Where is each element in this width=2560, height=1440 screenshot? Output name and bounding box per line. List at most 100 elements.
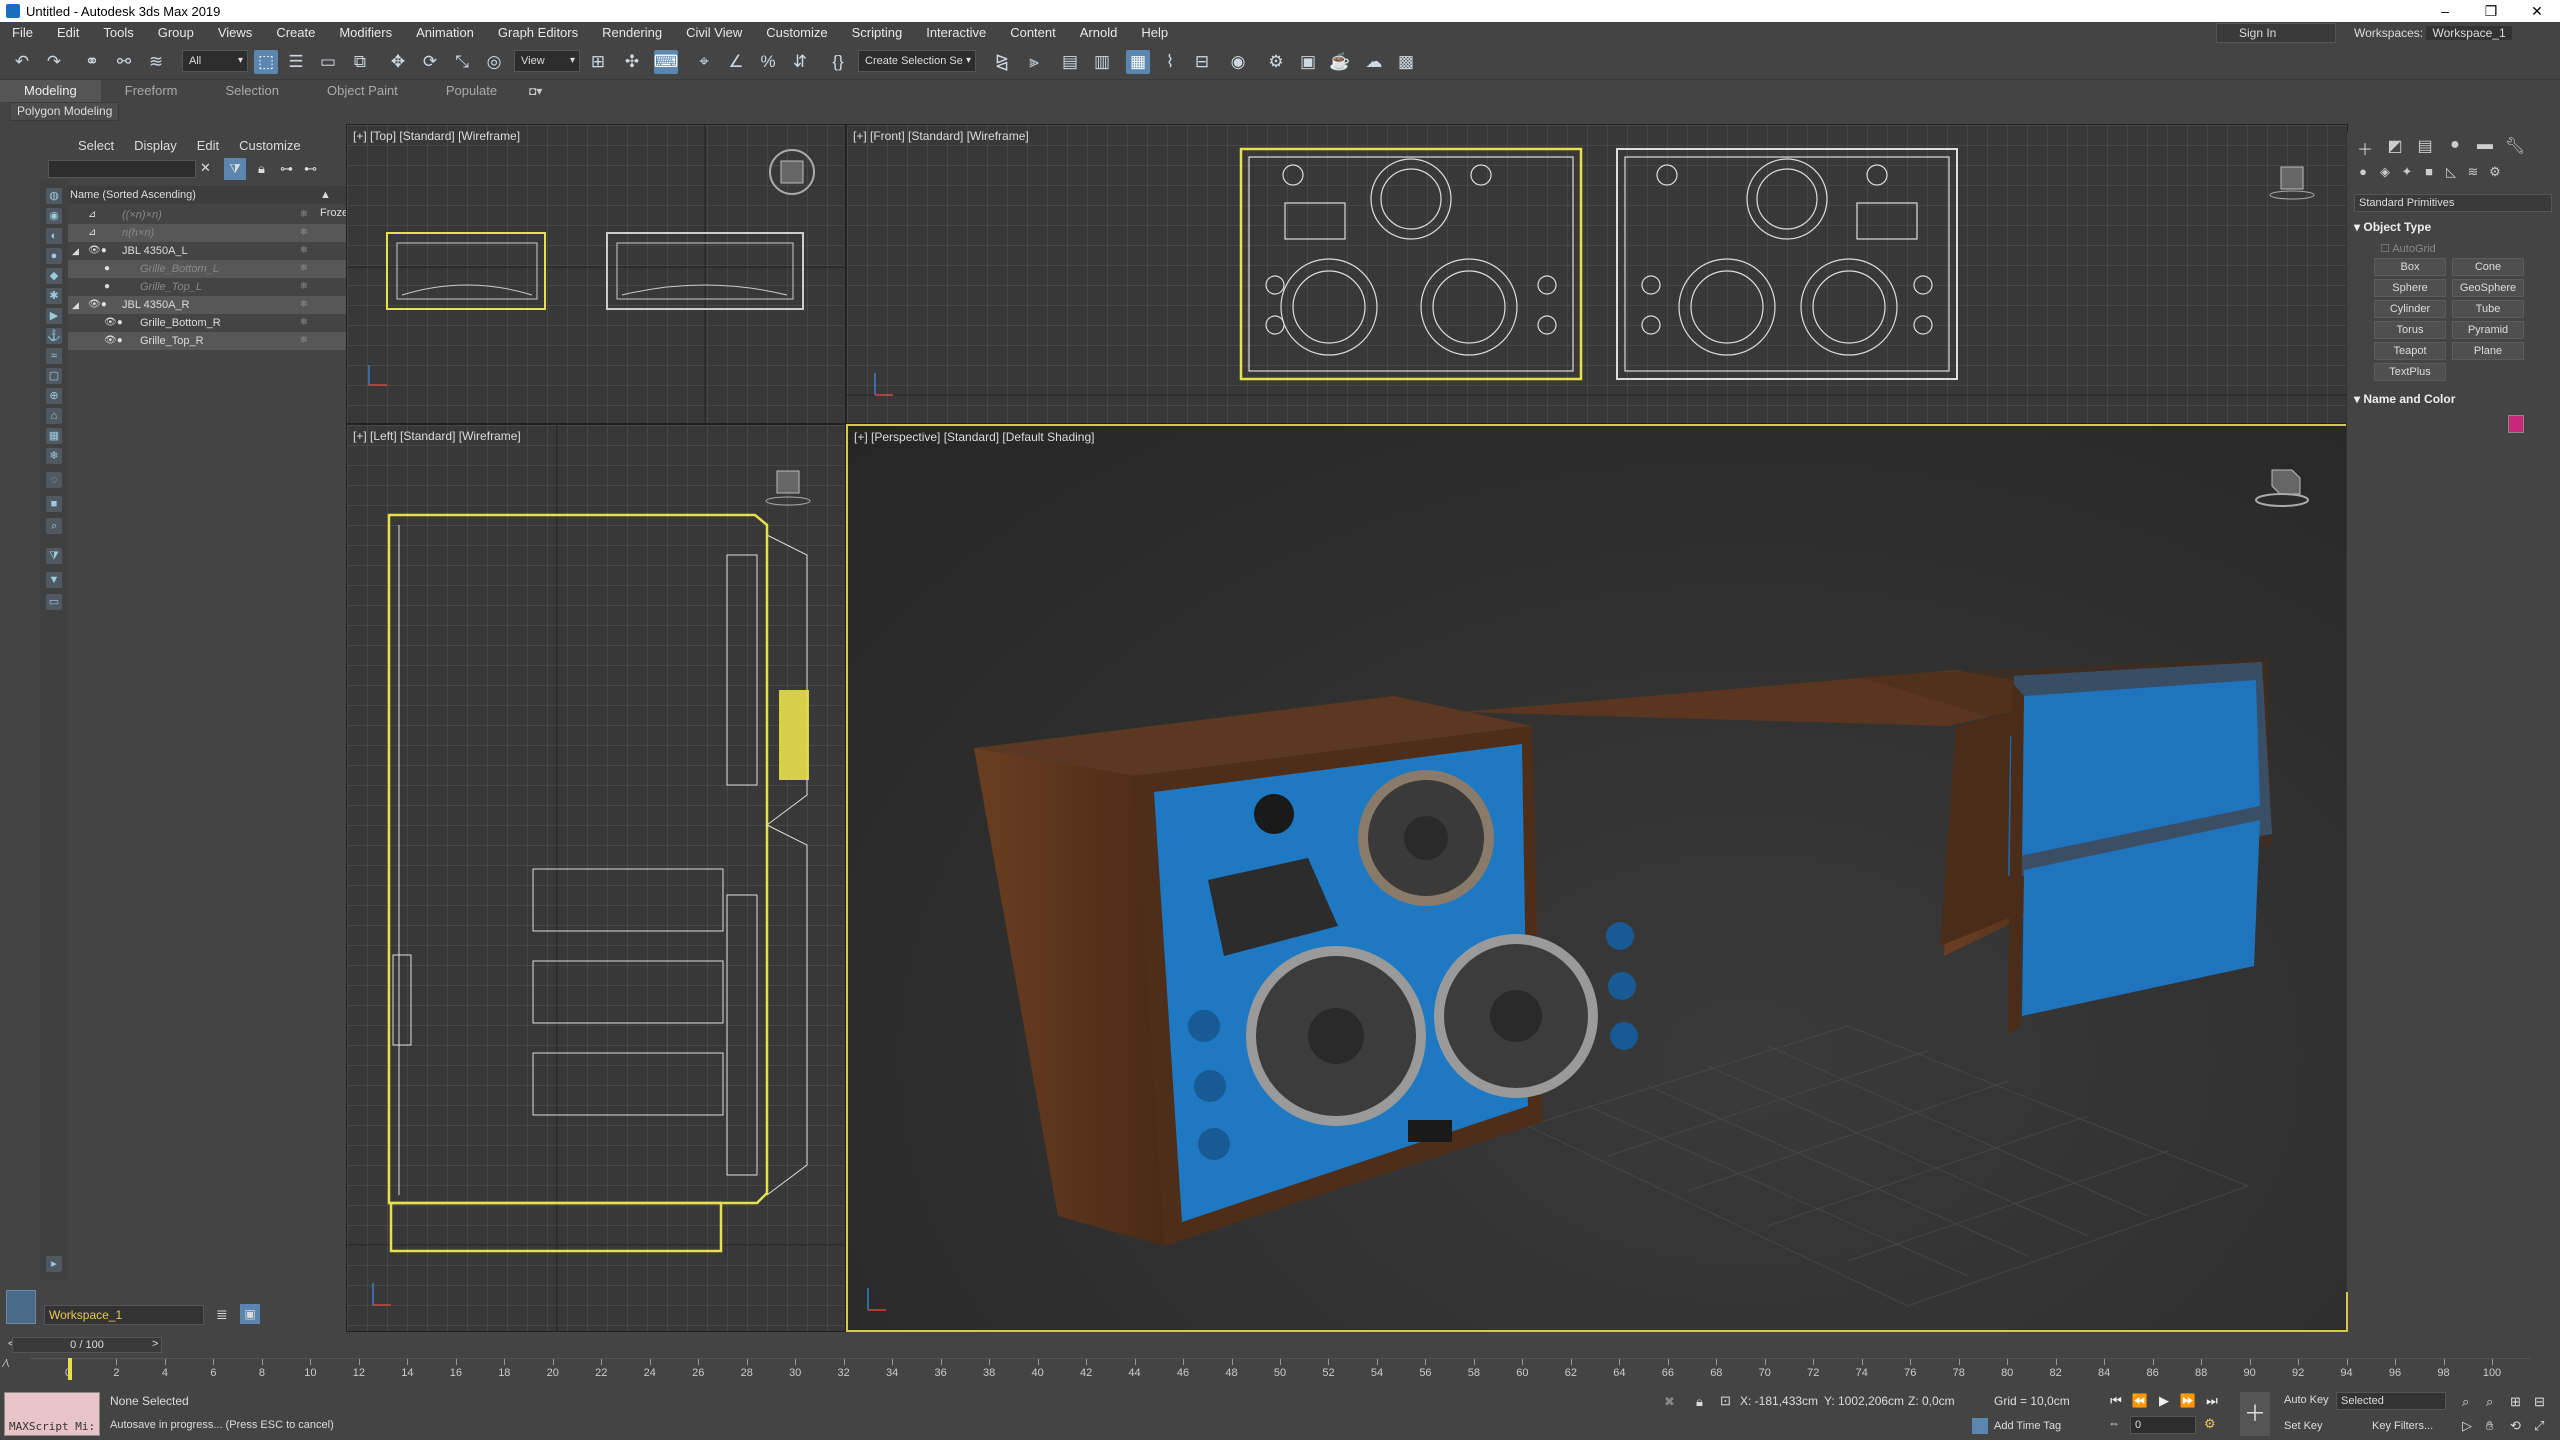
freeze-icon[interactable]: ❄ — [300, 314, 308, 332]
current-frame-field[interactable]: 0 — [2130, 1416, 2196, 1434]
next-frame-icon[interactable]: ⏩ — [2178, 1392, 2198, 1410]
box-button[interactable]: Box — [2374, 258, 2446, 276]
groups-filter-icon[interactable]: ▢ — [46, 368, 62, 384]
object-name-field[interactable] — [2374, 415, 2502, 433]
maximize-viewport-icon[interactable]: ⤢ — [2534, 1418, 2544, 1434]
scene-row[interactable]: ● Grille_Top_L ❄ — [68, 278, 346, 296]
xrefs-filter-icon[interactable]: ⊕ — [46, 388, 62, 404]
previous-frame-icon[interactable]: ⏪ — [2130, 1392, 2150, 1410]
maxscript-listener[interactable]: MAXScript Mi: — [4, 1392, 100, 1436]
find-icon[interactable]: ⌕ — [46, 518, 62, 534]
viewport-label-front[interactable]: [+] [Front] [Standard] [Wireframe] — [853, 129, 1029, 143]
modify-tab-icon[interactable]: ◩ — [2384, 136, 2406, 158]
set-key-button[interactable]: Set Key — [2284, 1420, 2323, 1432]
cone-button[interactable]: Cone — [2452, 258, 2524, 276]
redo-icon[interactable]: ↷ — [42, 50, 66, 74]
zoom-extents-all-icon[interactable]: ⊟ — [2534, 1394, 2545, 1410]
time-config-icon[interactable]: ⚙ — [2204, 1416, 2216, 1432]
time-slider[interactable]: 0 / 100 — [12, 1337, 162, 1353]
menu-civil-view[interactable]: Civil View — [674, 22, 754, 44]
pivot-center-icon[interactable]: ⊞ — [586, 50, 610, 74]
systems-category-icon[interactable]: ⚙ — [2484, 164, 2506, 186]
visibility-eye-icon[interactable]: 👁︎● — [104, 332, 123, 350]
schematic-view-icon[interactable]: ⊟ — [1190, 50, 1214, 74]
zoom-icon[interactable]: ⌕ — [2462, 1394, 2469, 1410]
scene-row[interactable]: ● Grille_Bottom_L ❄ — [68, 260, 346, 278]
viewport-perspective[interactable]: [+] [Perspective] [Standard] [Default Sh… — [846, 424, 2348, 1332]
create-tab-icon[interactable]: ＋ — [2354, 136, 2376, 159]
viewcube-front[interactable] — [2267, 155, 2317, 205]
align-icon[interactable]: ⫸ — [1022, 50, 1046, 74]
freeze-icon[interactable]: ❄ — [300, 332, 308, 350]
space-warps-filter-icon[interactable]: ≈ — [46, 348, 62, 364]
spacewarps-category-icon[interactable]: ≋ — [2462, 164, 2484, 186]
layer-icon[interactable]: ⊷ — [304, 161, 317, 177]
expand-arrow-icon[interactable]: ▸ — [46, 1256, 62, 1272]
primitive-type-dropdown[interactable]: Standard Primitives — [2354, 194, 2552, 212]
select-manipulate-icon[interactable]: ✣ — [620, 50, 644, 74]
auto-key-button[interactable]: Auto Key — [2284, 1394, 2329, 1406]
mini-curve-editor-icon[interactable]: ⁄\ — [4, 1358, 28, 1380]
collapse-icon[interactable]: ◢ — [72, 242, 79, 260]
place-icon[interactable]: ◎ — [482, 50, 506, 74]
zoom-extents-icon[interactable]: ⊞ — [2510, 1394, 2521, 1410]
scene-menu-display[interactable]: Display — [124, 138, 187, 153]
track-bar[interactable]: 0246810121416182022242628303234363840424… — [30, 1358, 2530, 1380]
ribbon-tab-freeform[interactable]: Freeform — [101, 80, 202, 102]
display-tab-icon[interactable]: ▬ — [2474, 136, 2496, 158]
visibility-eye-icon[interactable]: 👁︎● — [104, 314, 123, 332]
select-object-icon[interactable]: ⬚ — [254, 50, 278, 74]
scene-menu-edit[interactable]: Edit — [187, 138, 229, 153]
menu-scripting[interactable]: Scripting — [840, 22, 915, 44]
render-setup-icon[interactable]: ⚙ — [1264, 50, 1288, 74]
bind-space-warp-icon[interactable]: ≋ — [144, 50, 168, 74]
time-cursor[interactable] — [68, 1358, 72, 1380]
menu-modifiers[interactable]: Modifiers — [327, 22, 404, 44]
menu-views[interactable]: Views — [206, 22, 264, 44]
snaps-toggle-icon[interactable]: ⌖ — [692, 50, 716, 74]
menu-tools[interactable]: Tools — [91, 22, 145, 44]
menu-animation[interactable]: Animation — [404, 22, 486, 44]
toggle-ribbon-icon[interactable]: ▦ — [1126, 50, 1150, 74]
select-by-name-icon[interactable]: ☰ — [284, 50, 308, 74]
object-color-swatch[interactable] — [2508, 415, 2524, 433]
torus-button[interactable]: Torus — [2374, 321, 2446, 339]
tube-button[interactable]: Tube — [2452, 300, 2524, 318]
menu-file[interactable]: File — [0, 22, 45, 44]
time-slider-next-icon[interactable]: > — [152, 1338, 158, 1350]
unlink-icon[interactable]: ⚯ — [112, 50, 136, 74]
menu-rendering[interactable]: Rendering — [590, 22, 674, 44]
scene-row[interactable]: ⊿ ((×n)×n) ❄ — [68, 206, 346, 224]
cameras-filter-icon[interactable]: ▶ — [46, 308, 62, 324]
ribbon-tab-object-paint[interactable]: Object Paint — [303, 80, 422, 102]
viewport-label-left[interactable]: [+] [Left] [Standard] [Wireframe] — [353, 429, 521, 443]
scene-menu-select[interactable]: Select — [68, 138, 124, 153]
cylinder-button[interactable]: Cylinder — [2374, 300, 2446, 318]
display-invert-icon[interactable]: ◐ — [46, 228, 62, 244]
viewport-label-top[interactable]: [+] [Top] [Standard] [Wireframe] — [353, 129, 520, 143]
frozen-filter-icon[interactable]: ❄ — [46, 448, 62, 464]
autogrid-checkbox[interactable]: ☐ AutoGrid — [2380, 242, 2436, 255]
workspaces-selector[interactable]: Workspaces: Workspace_1 — [2354, 23, 2560, 43]
named-selection-dropdown[interactable]: Create Selection Se — [858, 50, 976, 72]
menu-interactive[interactable]: Interactive — [914, 22, 998, 44]
render-production-icon[interactable]: ☕ — [1328, 50, 1352, 74]
visibility-eye-icon[interactable]: 👁︎● — [88, 296, 107, 314]
toggle-layer-explorer-icon[interactable]: ▥ — [1090, 50, 1114, 74]
viewport-label-perspective[interactable]: [+] [Perspective] [Standard] [Default Sh… — [854, 430, 1094, 444]
viewport-top[interactable]: [+] [Top] [Standard] [Wireframe] — [346, 124, 846, 424]
key-set-dropdown[interactable]: Selected — [2336, 1392, 2446, 1410]
hierarchy-icon[interactable]: ⊶ — [280, 161, 293, 177]
key-filters-button[interactable]: Key Filters... — [2372, 1420, 2433, 1432]
folder-icon[interactable]: ▭ — [46, 594, 62, 610]
name-color-rollout[interactable]: ▾ Name and Color — [2354, 392, 2552, 406]
mirror-icon[interactable]: ⧎ — [990, 50, 1014, 74]
ribbon-tab-populate[interactable]: Populate — [422, 80, 521, 102]
pan-icon[interactable]: ✋︎ — [2486, 1418, 2493, 1434]
viewport-front[interactable]: [+] [Front] [Standard] [Wireframe] — [846, 124, 2348, 424]
rect-selection-icon[interactable]: ▭ — [316, 50, 340, 74]
object-type-rollout[interactable]: ▾ Object Type — [2354, 220, 2552, 234]
menu-edit[interactable]: Edit — [45, 22, 91, 44]
coord-y[interactable]: Y: 1002,206cm — [1824, 1392, 1904, 1410]
display-all-icon[interactable]: ◉ — [46, 208, 62, 224]
